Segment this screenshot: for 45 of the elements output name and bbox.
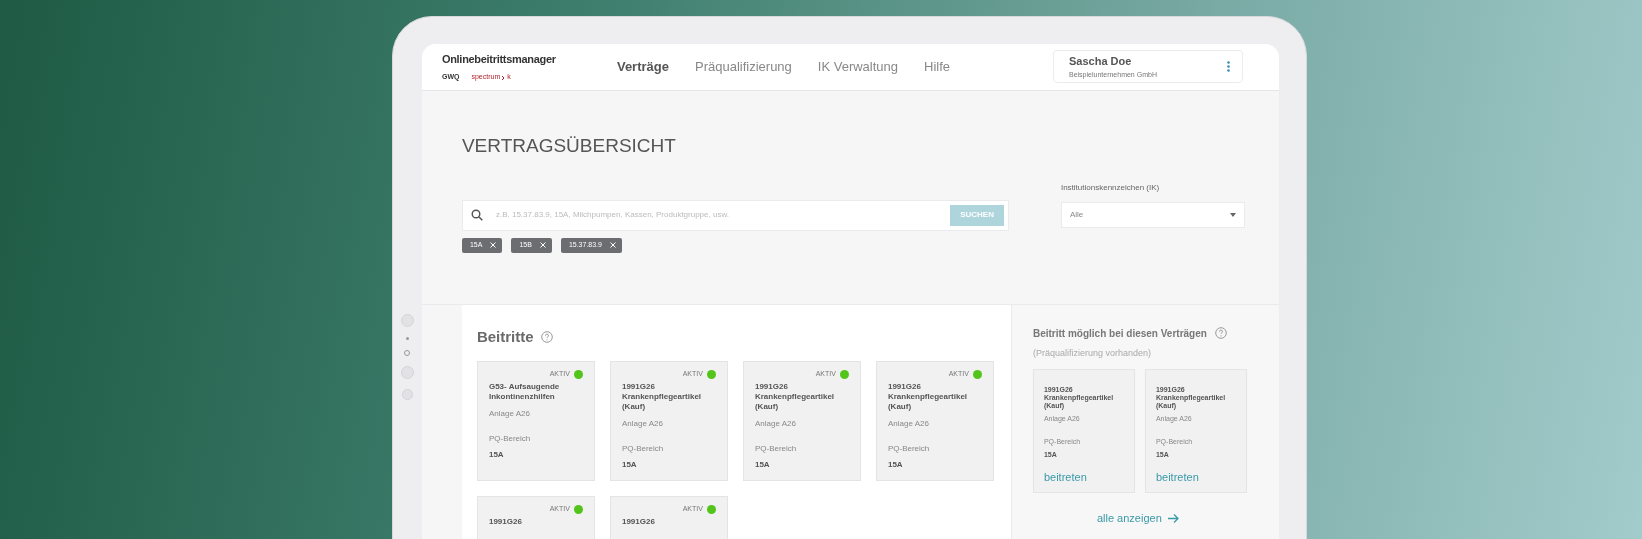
dropdown-icon	[1229, 212, 1236, 217]
nav-tab[interactable]: Verträge	[616, 57, 669, 77]
contract-title: 1991G26	[621, 516, 656, 527]
pq-label: PQ-Bereich	[488, 432, 532, 445]
select-label: Institutionskennzeichen (IK)	[1060, 181, 1161, 194]
contract-annex: Anlage A26	[488, 407, 531, 420]
nav-tab[interactable]: Präqualifizierung	[695, 57, 792, 77]
contract-annex: Anlage A26	[621, 417, 664, 430]
contract-annex: Anlage A26	[754, 417, 797, 430]
pq-label: PQ-Bereich	[887, 442, 931, 455]
section-title: Beitritt möglich bei diesen Verträgen	[1032, 326, 1207, 341]
contract-title: G53- Aufsaugende Inkontinenzhilfen	[488, 381, 561, 402]
section-title: Beitritte	[476, 326, 534, 347]
pq-value: 15A	[754, 458, 771, 471]
user-name: Sascha Doe	[1069, 54, 1133, 70]
chevron-icon	[501, 74, 507, 81]
camera-icon	[405, 337, 409, 340]
close-icon[interactable]	[490, 242, 497, 248]
pq-value: 15A	[621, 458, 638, 471]
page-title: VERTRAGSÜBERSICHT	[461, 134, 677, 157]
side-button-icon	[401, 389, 413, 400]
search-icon	[470, 209, 483, 221]
nav-tab[interactable]: Hilfe	[924, 57, 951, 77]
join-link[interactable]: beitreten	[1155, 468, 1199, 485]
contract-title: 1991G26	[488, 516, 523, 527]
pq-label: PQ-Bereich	[754, 442, 798, 455]
pq-value: 15A	[887, 458, 904, 471]
show-all-link[interactable]: alle anzeigen	[1096, 510, 1179, 527]
app-name: Onlinebeitrittsmanager	[441, 51, 557, 67]
close-icon[interactable]	[539, 242, 546, 248]
close-icon[interactable]	[609, 242, 616, 248]
contract-title: 1991G26 Krankenpflegeartikel (Kauf)	[621, 381, 703, 412]
pq-label: PQ-Bereich	[621, 442, 665, 455]
contract-title: 1991G26 Krankenpflegeartikel (Kauf)	[754, 381, 836, 412]
pq-value: 15A	[488, 448, 505, 461]
more-icon[interactable]	[1227, 61, 1230, 73]
contract-title: 1991G26 Krankenpflegeartikel (Kauf)	[887, 381, 969, 412]
arrow-right-icon	[1167, 513, 1179, 523]
ik-select[interactable]: Alle	[1060, 201, 1245, 228]
section-subtitle: (Präqualifizierung vorhanden)	[1032, 346, 1152, 360]
join-link[interactable]: beitreten	[1043, 468, 1087, 485]
nav-tab[interactable]: IK Verwaltung	[817, 57, 899, 77]
side-button-icon	[400, 366, 414, 379]
side-button-icon	[400, 314, 414, 327]
contract-annex: Anlage A26	[887, 417, 930, 430]
